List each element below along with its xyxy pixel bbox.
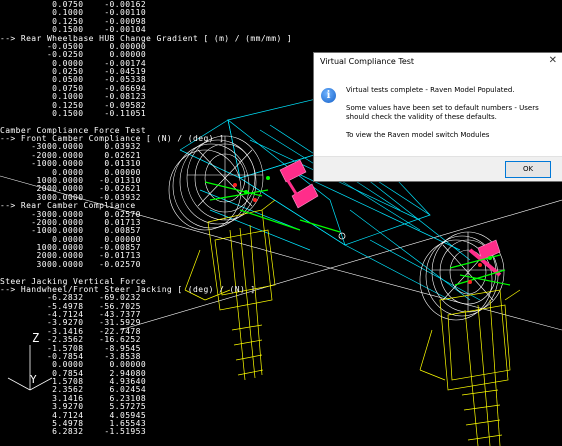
axis-y-label: Y [30, 373, 38, 386]
front-yellow-column [184, 199, 276, 381]
front-wheel [168, 135, 264, 231]
virtual-compliance-dialog[interactable]: Virtual Compliance Test ✕ i Virtual test… [313, 52, 562, 182]
dialog-message-defaults-1: Some values have been set to default num… [346, 104, 539, 112]
ok-button[interactable]: OK [505, 161, 551, 178]
dialog-message-defaults-2: should check the validity of these defau… [346, 113, 497, 121]
rear-yellow-column [419, 289, 521, 446]
dialog-message-complete: Virtual tests complete - Raven Model Pop… [346, 86, 515, 94]
axis-z-label: Z [32, 331, 40, 345]
dialog-title: Virtual Compliance Test [320, 57, 415, 66]
info-icon: i [321, 88, 336, 103]
close-icon[interactable]: ✕ [549, 55, 557, 66]
reference-lines [0, 175, 562, 331]
dialog-footer: OK [314, 156, 562, 181]
dialog-message-switch: To view the Raven model switch Modules [346, 131, 490, 139]
